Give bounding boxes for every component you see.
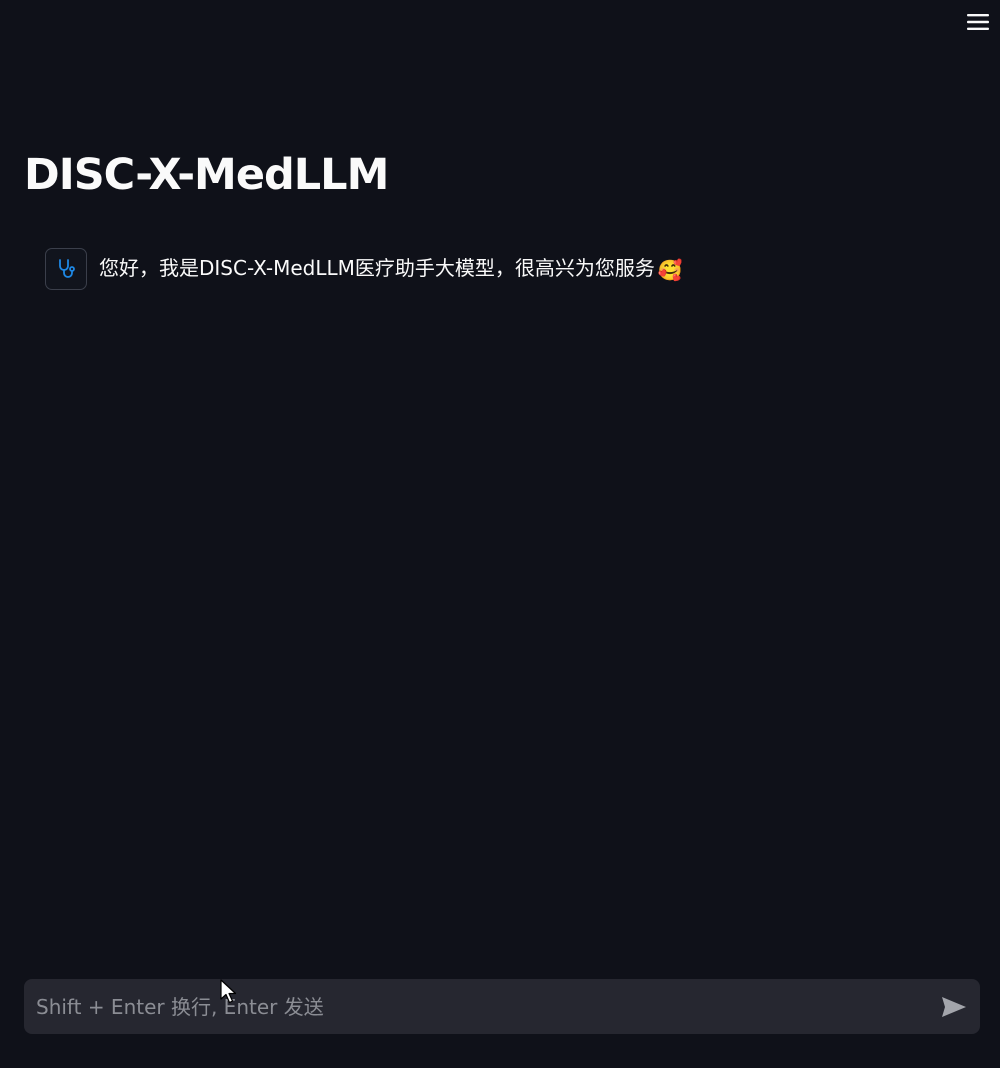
hamburger-menu-icon <box>967 14 989 30</box>
message-body: 您好，我是DISC-X-MedLLM医疗助手大模型，很高兴为您服务 <box>99 256 655 281</box>
chat-message-assistant: 您好，我是DISC-X-MedLLM医疗助手大模型，很高兴为您服务 🥰 <box>45 247 683 291</box>
chat-message-text: 您好，我是DISC-X-MedLLM医疗助手大模型，很高兴为您服务 🥰 <box>99 254 683 284</box>
stethoscope-icon <box>59 259 75 278</box>
chat-input-container <box>24 979 980 1034</box>
chat-input[interactable] <box>24 979 924 1034</box>
send-icon <box>942 997 966 1017</box>
main-menu-button[interactable] <box>965 9 991 35</box>
app-root: DISC-X-MedLLM 您好，我是DISC-X-MedLLM医疗助手大模型，… <box>0 0 1000 1068</box>
page-title: DISC-X-MedLLM <box>24 150 389 200</box>
send-button[interactable] <box>940 993 968 1021</box>
smiling-face-with-hearts-emoji: 🥰 <box>657 257 683 282</box>
avatar <box>45 248 87 290</box>
